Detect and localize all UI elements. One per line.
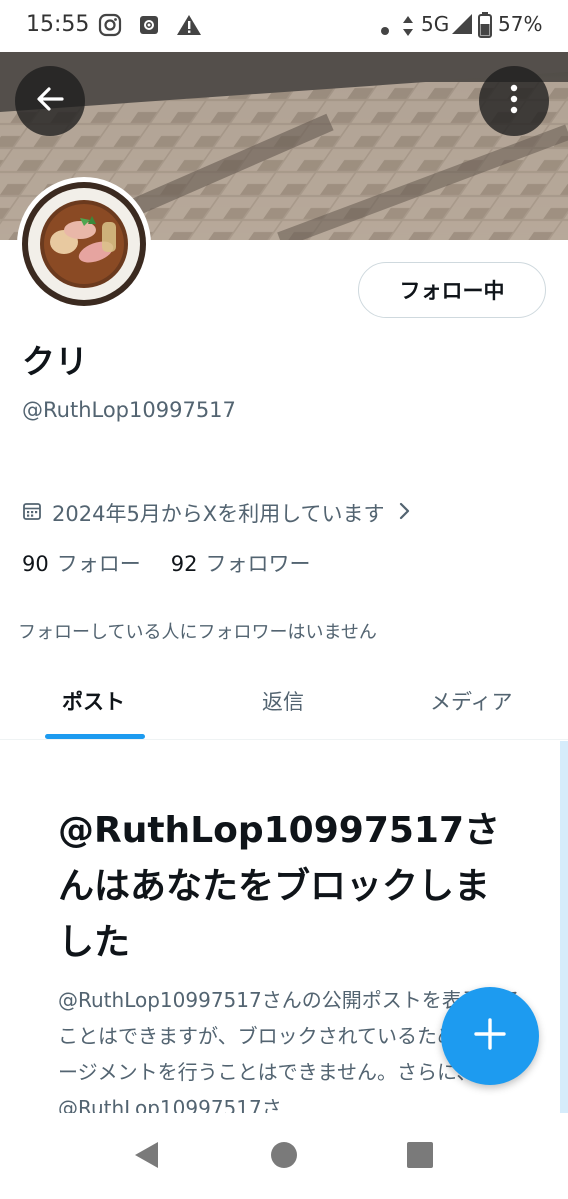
joined-text: 2024年5月からXを利用しています xyxy=(52,502,385,526)
dot-icon xyxy=(381,20,389,39)
nav-home-icon xyxy=(270,1141,298,1173)
followers-link[interactable]: 92 フォロワー xyxy=(171,548,311,578)
nav-back-button[interactable] xyxy=(130,1141,162,1173)
more-options-button[interactable] xyxy=(479,66,549,136)
warning-icon xyxy=(176,13,202,41)
nav-recents-icon xyxy=(406,1141,434,1173)
followers-count: 92 xyxy=(170,552,198,576)
tab-replies[interactable]: 返信 xyxy=(262,686,304,716)
more-vertical-icon xyxy=(509,83,519,119)
signal-icon xyxy=(451,13,473,39)
tab-posts[interactable]: ポスト xyxy=(62,686,125,716)
tab-media[interactable]: メディア xyxy=(430,686,513,716)
system-nav-bar xyxy=(0,1113,568,1199)
status-bar: 15:55 5G 57% xyxy=(0,0,568,52)
nav-home-button[interactable] xyxy=(268,1141,300,1173)
settings-notification-icon xyxy=(138,13,160,41)
joined-date-row[interactable]: 2024年5月からXを利用しています xyxy=(22,498,411,528)
chevron-right-icon xyxy=(399,501,411,526)
network-type: 5G xyxy=(421,12,450,36)
mutual-followers-note: フォローしている人にフォロワーはいません xyxy=(18,622,377,643)
nav-back-icon xyxy=(132,1140,160,1174)
back-arrow-icon xyxy=(34,83,66,119)
plus-icon xyxy=(473,1017,507,1055)
instagram-icon xyxy=(98,13,122,41)
user-handle: @RuthLop10997517 xyxy=(22,398,236,422)
following-count: 90 xyxy=(22,552,49,576)
scroll-edge-highlight xyxy=(560,741,568,1113)
data-arrows-icon xyxy=(402,14,414,42)
following-link[interactable]: 90 フォロー xyxy=(22,548,141,578)
following-button[interactable]: フォロー中 xyxy=(358,262,546,318)
followers-label: フォロワー xyxy=(205,552,311,576)
avatar[interactable] xyxy=(17,177,151,311)
following-label: フォロー xyxy=(56,552,141,576)
avatar-image xyxy=(22,182,146,306)
compose-post-button[interactable] xyxy=(441,987,539,1085)
blocked-title: @RuthLop10997517さんはあなたをブロックしました xyxy=(58,810,501,963)
follow-stats: 90 フォロー 92 フォロワー xyxy=(22,548,310,578)
active-tab-indicator xyxy=(45,734,145,739)
status-time: 15:55 xyxy=(26,12,90,37)
battery-level: 57% xyxy=(498,12,543,36)
battery-icon xyxy=(478,12,492,42)
display-name: クリ xyxy=(22,342,88,381)
nav-recents-button[interactable] xyxy=(404,1141,436,1173)
calendar-icon xyxy=(22,501,42,526)
profile-tabs: ポスト 返信 メディア xyxy=(0,668,568,740)
back-button[interactable] xyxy=(15,66,85,136)
